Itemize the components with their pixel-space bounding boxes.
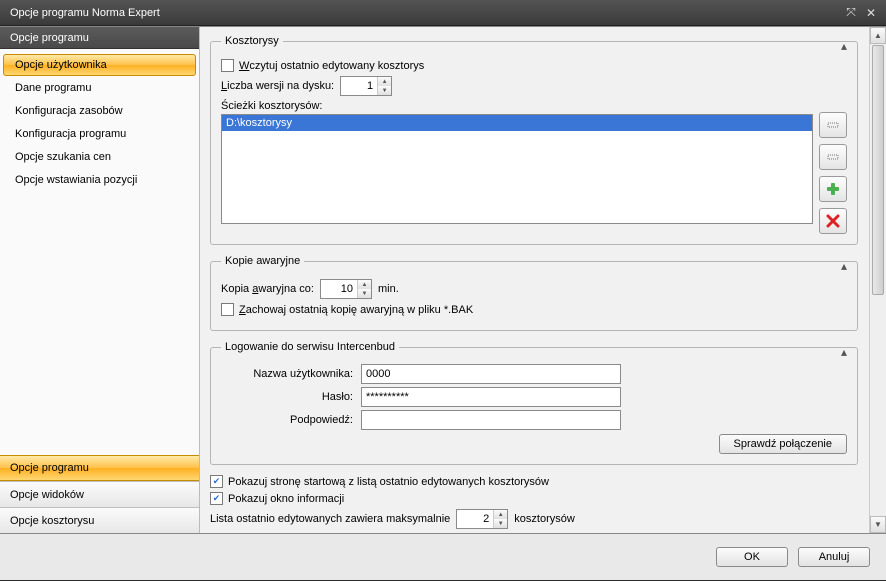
sidebar-item-program-data[interactable]: Dane programu [3, 77, 196, 99]
fieldset-kosztorysy: Kosztorysy ▴ Wczytuj ostatnio edytowany … [210, 35, 858, 245]
main-panel: Kosztorysy ▴ Wczytuj ostatnio edytowany … [200, 27, 886, 533]
sidebar-group-estimate[interactable]: Opcje kosztorysu [0, 507, 199, 533]
sidebar: Opcje programu Opcje użytkownika Dane pr… [0, 27, 200, 533]
scroll-thumb[interactable] [872, 45, 884, 295]
cancel-button[interactable]: Anuluj [798, 547, 870, 567]
scroll-down-icon[interactable]: ▼ [870, 516, 886, 533]
label-backup-every: Kopia awaryjna co: [221, 283, 314, 295]
checkbox-load-last[interactable]: Wczytuj ostatnio edytowany kosztorys [221, 59, 424, 72]
versions-input[interactable] [341, 77, 377, 95]
vertical-scrollbar[interactable]: ▲ ▼ [869, 27, 886, 533]
stepper-down-icon[interactable]: ▼ [358, 289, 371, 298]
legend-login: Logowanie do serwisu Intercenbud [221, 341, 399, 353]
backup-every-stepper[interactable]: ▲▼ [320, 279, 372, 299]
collapse-icon[interactable]: ▴ [837, 345, 851, 359]
checkbox-load-last-label: Wczytuj ostatnio edytowany kosztorys [239, 60, 424, 72]
fieldset-login: Logowanie do serwisu Intercenbud ▴ Nazwa… [210, 341, 858, 465]
label-paths: Ścieżki kosztorysów: [221, 100, 847, 112]
ok-button[interactable]: OK [716, 547, 788, 567]
path-item[interactable]: D:\kosztorysy [222, 115, 812, 131]
fieldset-backup: Kopie awaryjne ▴ Kopia awaryjna co: ▲▼ m… [210, 255, 858, 331]
check-connection-button[interactable]: Sprawdź połączenie [719, 434, 847, 454]
sidebar-group-views[interactable]: Opcje widoków [0, 481, 199, 507]
listmax-stepper[interactable]: ▲▼ [456, 509, 508, 529]
checkbox-show-start-label: Pokazuj stronę startową z listą ostatnio… [228, 476, 549, 488]
move-down-button[interactable] [819, 144, 847, 170]
stepper-up-icon[interactable]: ▲ [358, 280, 371, 289]
sidebar-item-resource-config[interactable]: Konfiguracja zasobów [3, 100, 196, 122]
sidebar-group-program[interactable]: Opcje programu [0, 455, 199, 481]
checkbox-box-icon [221, 59, 234, 72]
pin-icon[interactable]: ⤧ [842, 5, 860, 21]
checkbox-box-icon: ✔ [210, 492, 223, 505]
stepper-up-icon[interactable]: ▲ [378, 77, 391, 86]
stepper-down-icon[interactable]: ▼ [378, 86, 391, 95]
checkbox-show-info[interactable]: ✔ Pokazuj okno informacji [210, 492, 344, 505]
label-hint: Podpowiedź: [221, 414, 361, 426]
label-listmax-pre: Lista ostatnio edytowanych zawiera maksy… [210, 513, 450, 525]
sidebar-item-price-search[interactable]: Opcje szukania cen [3, 146, 196, 168]
stepper-up-icon[interactable]: ▲ [494, 510, 507, 519]
label-username: Nazwa użytkownika: [221, 368, 361, 380]
collapse-icon[interactable]: ▴ [837, 259, 851, 273]
legend-kosztorysy: Kosztorysy [221, 35, 283, 47]
add-path-button[interactable] [819, 176, 847, 202]
sidebar-item-program-config[interactable]: Konfiguracja programu [3, 123, 196, 145]
password-input[interactable] [361, 387, 621, 407]
delete-path-button[interactable] [819, 208, 847, 234]
label-backup-unit: min. [378, 283, 399, 295]
sidebar-header: Opcje programu [0, 27, 199, 49]
label-password: Hasło: [221, 391, 361, 403]
backup-every-input[interactable] [321, 280, 357, 298]
checkbox-box-icon: ✔ [210, 475, 223, 488]
titlebar: Opcje programu Norma Expert ⤧ ✕ [0, 0, 886, 26]
label-listmax-post: kosztorysów [514, 513, 575, 525]
sidebar-item-insert-positions[interactable]: Opcje wstawiania pozycji [3, 169, 196, 191]
window-title: Opcje programu Norma Expert [10, 7, 840, 19]
listmax-input[interactable] [457, 510, 493, 528]
legend-backup: Kopie awaryjne [221, 255, 304, 267]
collapse-icon[interactable]: ▴ [837, 39, 851, 53]
checkbox-show-start[interactable]: ✔ Pokazuj stronę startową z listą ostatn… [210, 475, 549, 488]
close-icon[interactable]: ✕ [862, 5, 880, 21]
checkbox-keep-bak-label: Zachowaj ostatnią kopię awaryjną w pliku… [239, 304, 473, 316]
dialog-footer: OK Anuluj [0, 534, 886, 580]
username-input[interactable] [361, 364, 621, 384]
checkbox-keep-bak[interactable]: Zachowaj ostatnią kopię awaryjną w pliku… [221, 303, 473, 316]
hint-input[interactable] [361, 410, 621, 430]
stepper-down-icon[interactable]: ▼ [494, 519, 507, 528]
checkbox-show-info-label: Pokazuj okno informacji [228, 493, 344, 505]
checkbox-box-icon [221, 303, 234, 316]
label-versions: Liczba wersji na dysku: [221, 80, 334, 92]
paths-listbox[interactable]: D:\kosztorysy [221, 114, 813, 224]
sidebar-item-user-options[interactable]: Opcje użytkownika [3, 54, 196, 76]
sidebar-list: Opcje użytkownika Dane programu Konfigur… [0, 49, 199, 455]
scroll-up-icon[interactable]: ▲ [870, 27, 886, 44]
move-up-button[interactable] [819, 112, 847, 138]
versions-stepper[interactable]: ▲▼ [340, 76, 392, 96]
